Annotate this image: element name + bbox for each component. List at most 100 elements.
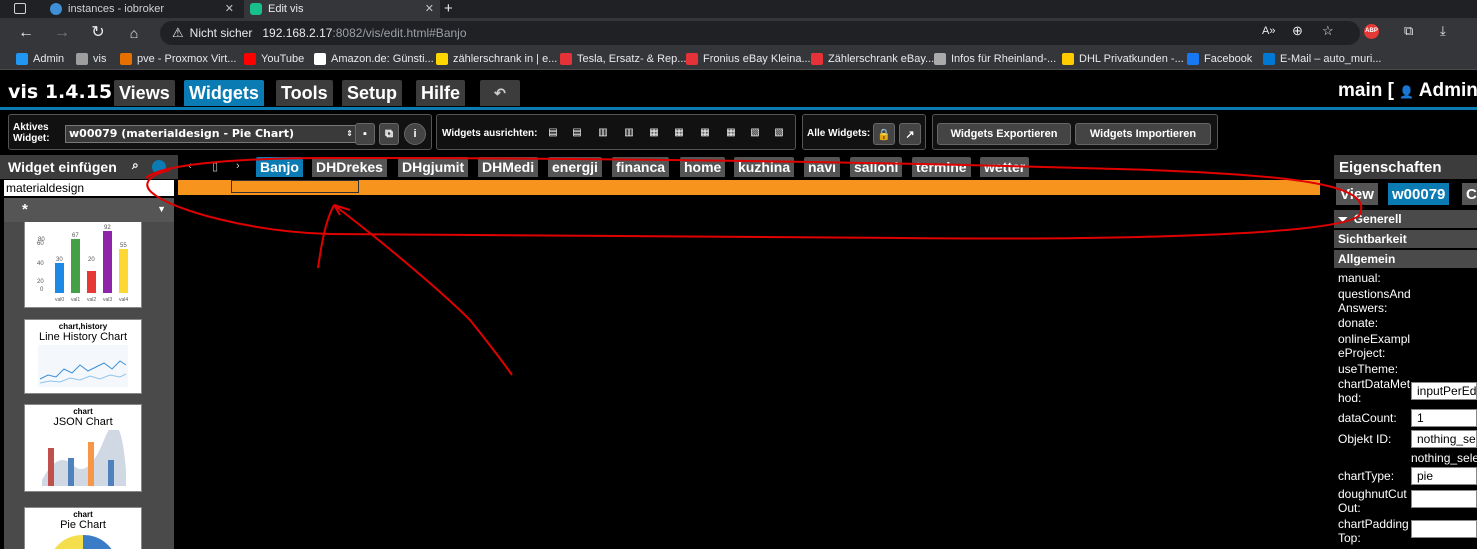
view-tab-dhdrekes[interactable]: DHDrekes bbox=[312, 157, 387, 177]
view-tab-energji[interactable]: energji bbox=[548, 157, 602, 177]
align-right-icon[interactable]: ▤ bbox=[569, 126, 585, 140]
view-tab-salloni[interactable]: salloni bbox=[850, 157, 903, 177]
section-generell[interactable]: ⏷ Generell bbox=[1334, 210, 1477, 228]
download-icon[interactable]: ⤓ bbox=[1440, 23, 1446, 39]
view-tab-wetter[interactable]: wetter bbox=[980, 157, 1030, 177]
user-label[interactable]: Admin bbox=[1419, 80, 1477, 101]
bookmark-facebook[interactable]: Facebook bbox=[1187, 51, 1252, 67]
distribute-v-icon[interactable]: ▦ bbox=[723, 126, 739, 140]
open-external-icon[interactable]: ↗ bbox=[899, 123, 921, 145]
delete-icon[interactable]: ▪ bbox=[355, 123, 375, 145]
chart-padding-top-input[interactable] bbox=[1411, 520, 1477, 538]
widget-card-line-history-chart[interactable]: chart,history Line History Chart bbox=[24, 319, 142, 394]
browser-tab-edit-vis[interactable]: Edit vis ✕ bbox=[244, 0, 440, 18]
chart-data-method-select[interactable]: inputPerEditor bbox=[1411, 382, 1477, 400]
distribute-h-icon[interactable]: ▦ bbox=[697, 126, 713, 140]
object-id-input[interactable]: nothing_selected bbox=[1411, 430, 1477, 448]
close-icon[interactable]: ✕ bbox=[225, 2, 234, 15]
widget-set-select[interactable]: * ▼ bbox=[4, 198, 174, 222]
align-bottom-icon[interactable]: ▥ bbox=[621, 126, 637, 140]
align-center-v-icon[interactable]: ▦ bbox=[646, 126, 662, 140]
section-allgemein[interactable]: Allgemein bbox=[1334, 250, 1477, 268]
view-tab-home[interactable]: home bbox=[680, 157, 726, 177]
pie-slice bbox=[54, 534, 83, 549]
same-height-icon[interactable]: ▧ bbox=[771, 126, 787, 140]
bookmark-infos[interactable]: Infos für Rheinland-... bbox=[934, 51, 1056, 67]
copy-icon[interactable]: ⧉ bbox=[379, 123, 399, 145]
home-icon[interactable]: ⌂ bbox=[124, 23, 144, 43]
doughnut-cutout-input[interactable] bbox=[1411, 490, 1477, 508]
chevron-right-icon[interactable]: › bbox=[236, 160, 240, 172]
bar bbox=[87, 271, 96, 293]
url-field[interactable]: ⚠ Nicht sicher 192.168.2.17:8082/vis/edi… bbox=[160, 21, 1360, 45]
view-tab-banjo[interactable]: Banjo bbox=[256, 157, 303, 177]
properties-tab-view[interactable]: View bbox=[1336, 183, 1378, 205]
active-widget-select[interactable]: w00079 (materialdesign - Pie Chart) ⇕ bbox=[65, 125, 358, 143]
tab-actions-icon[interactable] bbox=[14, 3, 26, 14]
properties-tab-css[interactable]: C bbox=[1462, 183, 1477, 205]
view-tab-termine[interactable]: termine bbox=[912, 157, 971, 177]
menu-tools[interactable]: Tools bbox=[276, 80, 333, 106]
same-width-icon[interactable]: ▧ bbox=[747, 126, 763, 140]
adblock-icon[interactable]: ABP bbox=[1364, 24, 1379, 39]
bookmark-vis[interactable]: vis bbox=[76, 51, 106, 67]
x-label: val3 bbox=[103, 297, 112, 303]
browser-tab-instances[interactable]: instances - iobroker ✕ bbox=[44, 0, 240, 18]
collections-icon[interactable]: ⧉ bbox=[1404, 23, 1413, 39]
bookmark-fronius[interactable]: Fronius eBay Kleina... bbox=[686, 51, 811, 67]
bar bbox=[119, 249, 128, 293]
import-widgets-button[interactable]: Widgets Importieren bbox=[1075, 123, 1211, 145]
favorite-icon[interactable]: ☆ bbox=[1322, 23, 1334, 39]
info-icon[interactable]: i bbox=[404, 123, 426, 145]
chevron-left-icon[interactable]: ‹ bbox=[188, 160, 192, 172]
properties-tab-widget[interactable]: w00079 bbox=[1388, 183, 1450, 205]
data-count-input[interactable]: 1 bbox=[1411, 409, 1477, 427]
widget-filter-input[interactable] bbox=[4, 180, 174, 196]
zoom-icon[interactable]: ⊕ bbox=[1292, 23, 1303, 39]
page-icon[interactable]: ▯ bbox=[212, 160, 218, 173]
view-tab-navi[interactable]: navi bbox=[804, 157, 841, 177]
align-group: Widgets ausrichten: ▤ ▤ ▥ ▥ ▦ ▦ ▦ ▦ ▧ ▧ bbox=[436, 114, 796, 150]
view-tab-financa[interactable]: financa bbox=[612, 157, 670, 177]
bookmark-zaehlerschrank[interactable]: zählerschrank in | e... bbox=[436, 51, 557, 67]
bookmark-admin[interactable]: Admin bbox=[16, 51, 64, 67]
widget-card-pie-chart[interactable]: chart Pie Chart bbox=[24, 507, 142, 549]
arrow-right-icon[interactable]: → bbox=[52, 23, 72, 43]
arrow-left-icon[interactable]: ← bbox=[16, 23, 36, 43]
bookmark-dhl[interactable]: DHL Privatkunden -... bbox=[1062, 51, 1184, 67]
bookmark-amazon[interactable]: Amazon.de: Günsti... bbox=[314, 51, 434, 67]
section-sichtbarkeit[interactable]: Sichtbarkeit bbox=[1334, 230, 1477, 248]
menu-hilfe[interactable]: Hilfe bbox=[416, 80, 466, 106]
menu-widgets[interactable]: Widgets bbox=[184, 80, 264, 106]
export-widgets-button[interactable]: Widgets Exportieren bbox=[937, 123, 1071, 145]
align-center-h-icon[interactable]: ▦ bbox=[671, 126, 687, 140]
search-icon[interactable]: ⌕ bbox=[132, 158, 139, 173]
bar-value: 30 bbox=[56, 257, 63, 263]
widget-card-bar-chart[interactable]: 60 40 20 0 80 30 67 20 92 55 val0 val1 v… bbox=[24, 222, 142, 308]
bookmark-pve[interactable]: pve - Proxmox Virt... bbox=[120, 51, 236, 67]
toggle-icon[interactable] bbox=[152, 160, 166, 174]
x-label: val2 bbox=[87, 297, 96, 303]
chart-type-select[interactable]: pie bbox=[1411, 467, 1477, 485]
view-tab-dhmedi[interactable]: DHMedi bbox=[478, 157, 539, 177]
bookmark-email[interactable]: E-Mail – auto_muri... bbox=[1263, 51, 1381, 67]
menu-views[interactable]: Views bbox=[114, 80, 175, 106]
bookmark-youtube[interactable]: YouTube bbox=[244, 51, 304, 67]
align-top-icon[interactable]: ▥ bbox=[595, 126, 611, 140]
close-icon[interactable]: ✕ bbox=[425, 2, 434, 15]
bookmark-tesla[interactable]: Tesla, Ersatz- & Rep... bbox=[560, 51, 686, 67]
undo-icon[interactable]: ↶ bbox=[480, 80, 520, 106]
view-tab-kuzhina[interactable]: kuzhina bbox=[734, 157, 795, 177]
align-left-icon[interactable]: ▤ bbox=[545, 126, 561, 140]
lock-icon[interactable]: 🔒 bbox=[873, 123, 895, 145]
widget-name: Pie Chart bbox=[60, 519, 106, 531]
security-label[interactable]: Nicht sicher bbox=[190, 26, 253, 40]
reload-icon[interactable]: ↻ bbox=[88, 23, 108, 43]
menu-setup[interactable]: Setup bbox=[342, 80, 403, 106]
view-tab-dhgjumit[interactable]: DHgjumit bbox=[398, 157, 469, 177]
selected-widget[interactable] bbox=[231, 180, 359, 193]
bookmark-zaehlerschrank-ebay[interactable]: Zählerschrank eBay... bbox=[811, 51, 934, 67]
widget-card-json-chart[interactable]: chart JSON Chart bbox=[24, 404, 142, 492]
read-aloud-icon[interactable]: A» bbox=[1262, 25, 1275, 37]
new-tab-icon[interactable]: + bbox=[444, 0, 453, 17]
